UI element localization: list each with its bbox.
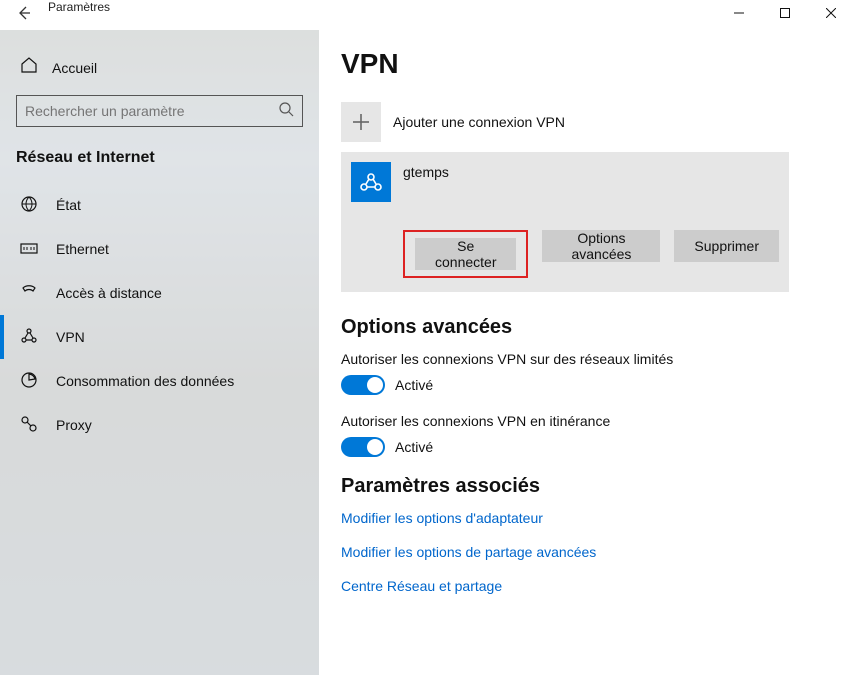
advanced-section-title: Options avancées [341, 316, 832, 339]
minimize-button[interactable] [716, 0, 762, 25]
vpn-icon [20, 327, 38, 348]
ethernet-icon [20, 239, 38, 260]
sidebar-item-label: Proxy [56, 417, 92, 433]
content-area: VPN Ajouter une connexion VPN gtemps Se … [319, 30, 854, 675]
home-icon [20, 56, 38, 79]
toggle-group-1: Autoriser les connexions VPN en itinéran… [341, 413, 832, 457]
category-title: Réseau et Internet [0, 139, 319, 183]
sidebar-item-accès-à-distance[interactable]: Accès à distance [0, 271, 319, 315]
search-input[interactable] [25, 103, 278, 119]
toggle-label: Autoriser les connexions VPN sur des rés… [341, 351, 832, 367]
maximize-button[interactable] [762, 0, 808, 25]
status-icon [20, 195, 38, 216]
delete-button[interactable]: Supprimer [674, 230, 779, 262]
back-button[interactable] [0, 0, 48, 25]
toggle-group-0: Autoriser les connexions VPN sur des rés… [341, 351, 832, 395]
nav-list: État Ethernet Accès à distance VPN Consommat… [0, 183, 319, 447]
toggle-state-text: Activé [395, 439, 433, 455]
sidebar-item-vpn[interactable]: VPN [0, 315, 319, 359]
toggle-label: Autoriser les connexions VPN en itinéran… [341, 413, 832, 429]
vpn-connection-card[interactable]: gtemps Se connecter Options avancées Sup… [341, 152, 789, 292]
arrow-left-icon [16, 5, 32, 21]
close-button[interactable] [808, 0, 854, 25]
sidebar-item-label: VPN [56, 329, 85, 345]
vpn-connection-name: gtemps [403, 162, 449, 180]
add-vpn-label: Ajouter une connexion VPN [393, 114, 565, 130]
page-title: VPN [341, 48, 832, 80]
home-label: Accueil [52, 60, 97, 76]
sidebar-item-consommation-des-données[interactable]: Consommation des données [0, 359, 319, 403]
toggle-state-text: Activé [395, 377, 433, 393]
toggle-switch[interactable] [341, 437, 385, 457]
data-icon [20, 371, 38, 392]
sidebar-item-label: Ethernet [56, 241, 109, 257]
sidebar-item-label: État [56, 197, 81, 213]
search-box[interactable] [16, 95, 303, 127]
related-link[interactable]: Modifier les options de partage avancées [341, 544, 832, 560]
dialup-icon [20, 283, 38, 304]
toggle-switch[interactable] [341, 375, 385, 395]
titlebar: Paramètres [0, 0, 854, 30]
connect-button[interactable]: Se connecter [415, 238, 516, 270]
sidebar: Accueil Réseau et Internet État Ethernet A… [0, 30, 319, 675]
related-link[interactable]: Modifier les options d'adaptateur [341, 510, 832, 526]
sidebar-item-label: Accès à distance [56, 285, 162, 301]
sidebar-item-label: Consommation des données [56, 373, 234, 389]
add-vpn-button[interactable]: Ajouter une connexion VPN [341, 102, 832, 142]
proxy-icon [20, 415, 38, 436]
vpn-icon [351, 162, 391, 202]
related-section-title: Paramètres associés [341, 475, 832, 498]
advanced-options-button[interactable]: Options avancées [542, 230, 660, 262]
close-icon [826, 8, 836, 18]
plus-icon [341, 102, 381, 142]
window-controls [716, 0, 854, 25]
sidebar-item-état[interactable]: État [0, 183, 319, 227]
maximize-icon [780, 8, 790, 18]
home-button[interactable]: Accueil [0, 48, 319, 89]
window-title: Paramètres [48, 0, 110, 14]
related-link[interactable]: Centre Réseau et partage [341, 578, 832, 594]
search-icon [278, 101, 294, 122]
minimize-icon [734, 8, 744, 18]
connect-highlight: Se connecter [403, 230, 528, 278]
sidebar-item-ethernet[interactable]: Ethernet [0, 227, 319, 271]
sidebar-item-proxy[interactable]: Proxy [0, 403, 319, 447]
